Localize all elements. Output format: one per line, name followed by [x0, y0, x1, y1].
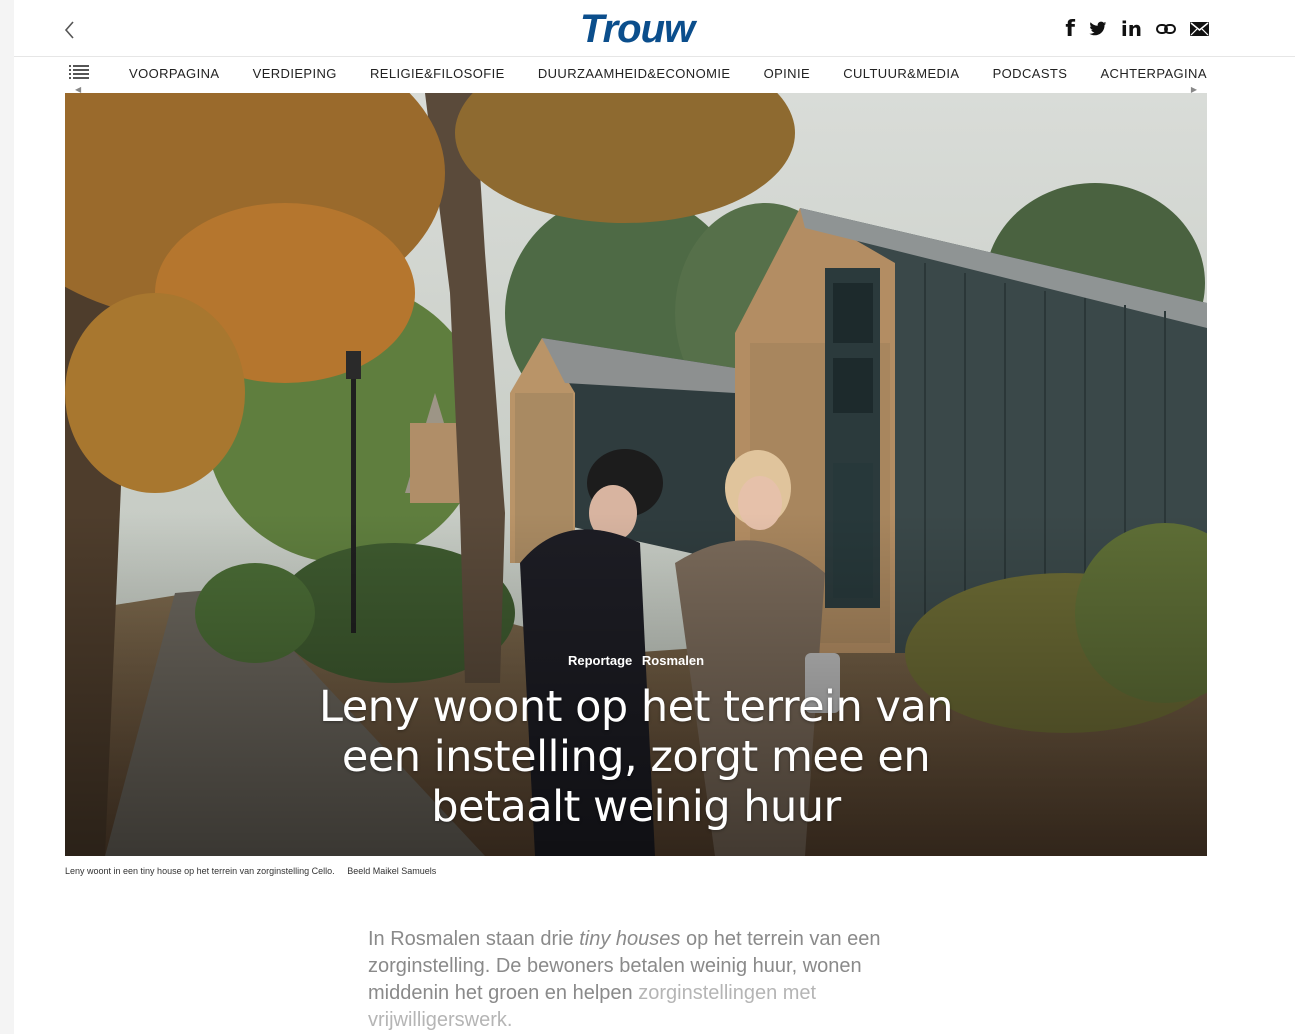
nav-item-opinie[interactable]: OPINIE — [764, 66, 810, 81]
nav-item-cultuur-media[interactable]: CULTUUR&MEDIA — [843, 66, 959, 81]
hero-text: Reportage Rosmalen Leny woont op het ter… — [65, 653, 1207, 832]
mail-share-button[interactable] — [1190, 14, 1209, 44]
lead-italic: tiny houses — [579, 928, 681, 950]
lead-text-1: In Rosmalen staan drie — [368, 928, 580, 950]
nav-item-achterpagina[interactable]: ACHTERPAGINA — [1100, 66, 1206, 81]
linkedin-share-button[interactable]: in — [1121, 14, 1142, 44]
article-lead: In Rosmalen staan drie tiny houses op he… — [368, 926, 908, 1034]
top-bar: Trouw f in — [14, 0, 1295, 57]
trouw-logo[interactable]: Trouw — [567, 8, 707, 50]
back-button[interactable] — [60, 18, 80, 42]
twitter-icon — [1089, 21, 1107, 36]
kicker-location: Rosmalen — [641, 653, 705, 668]
article-page: Trouw f in VOORPAGINA VERDIEPING RELIGIE… — [14, 0, 1295, 1034]
article-headline: Leny woont op het terrein van een instel… — [319, 682, 953, 832]
nav-item-duurzaamheid-economie[interactable]: DUURZAAMHEID&ECONOMIE — [538, 66, 731, 81]
copy-link-button[interactable] — [1156, 14, 1176, 44]
chevron-left-icon — [64, 21, 74, 39]
share-bar: f in — [1065, 14, 1209, 44]
caption-text: Leny woont in een tiny house op het terr… — [65, 866, 335, 876]
hero-image: Reportage Rosmalen Leny woont op het ter… — [65, 93, 1207, 856]
section-nav: VOORPAGINA VERDIEPING RELIGIE&FILOSOFIE … — [65, 56, 1207, 95]
photo-credit: Beeld Maikel Samuels — [347, 866, 437, 876]
twitter-share-button[interactable] — [1089, 14, 1107, 44]
link-icon — [1156, 24, 1176, 34]
facebook-icon: f — [1065, 16, 1075, 42]
image-caption: Leny woont in een tiny house op het terr… — [65, 866, 436, 876]
nav-item-religie-filosofie[interactable]: RELIGIE&FILOSOFIE — [370, 66, 505, 81]
nav-item-podcasts[interactable]: PODCASTS — [993, 66, 1068, 81]
menu-icon[interactable] — [69, 65, 89, 79]
nav-item-verdieping[interactable]: VERDIEPING — [253, 66, 337, 81]
nav-item-voorpagina[interactable]: VOORPAGINA — [129, 66, 219, 81]
nav-items: VOORPAGINA VERDIEPING RELIGIE&FILOSOFIE … — [129, 66, 1207, 81]
kicker-label[interactable]: Reportage — [568, 653, 632, 668]
linkedin-icon: in — [1120, 17, 1142, 41]
article-kicker: Reportage Rosmalen — [65, 653, 1207, 668]
mail-icon — [1190, 22, 1209, 36]
facebook-share-button[interactable]: f — [1065, 14, 1075, 44]
